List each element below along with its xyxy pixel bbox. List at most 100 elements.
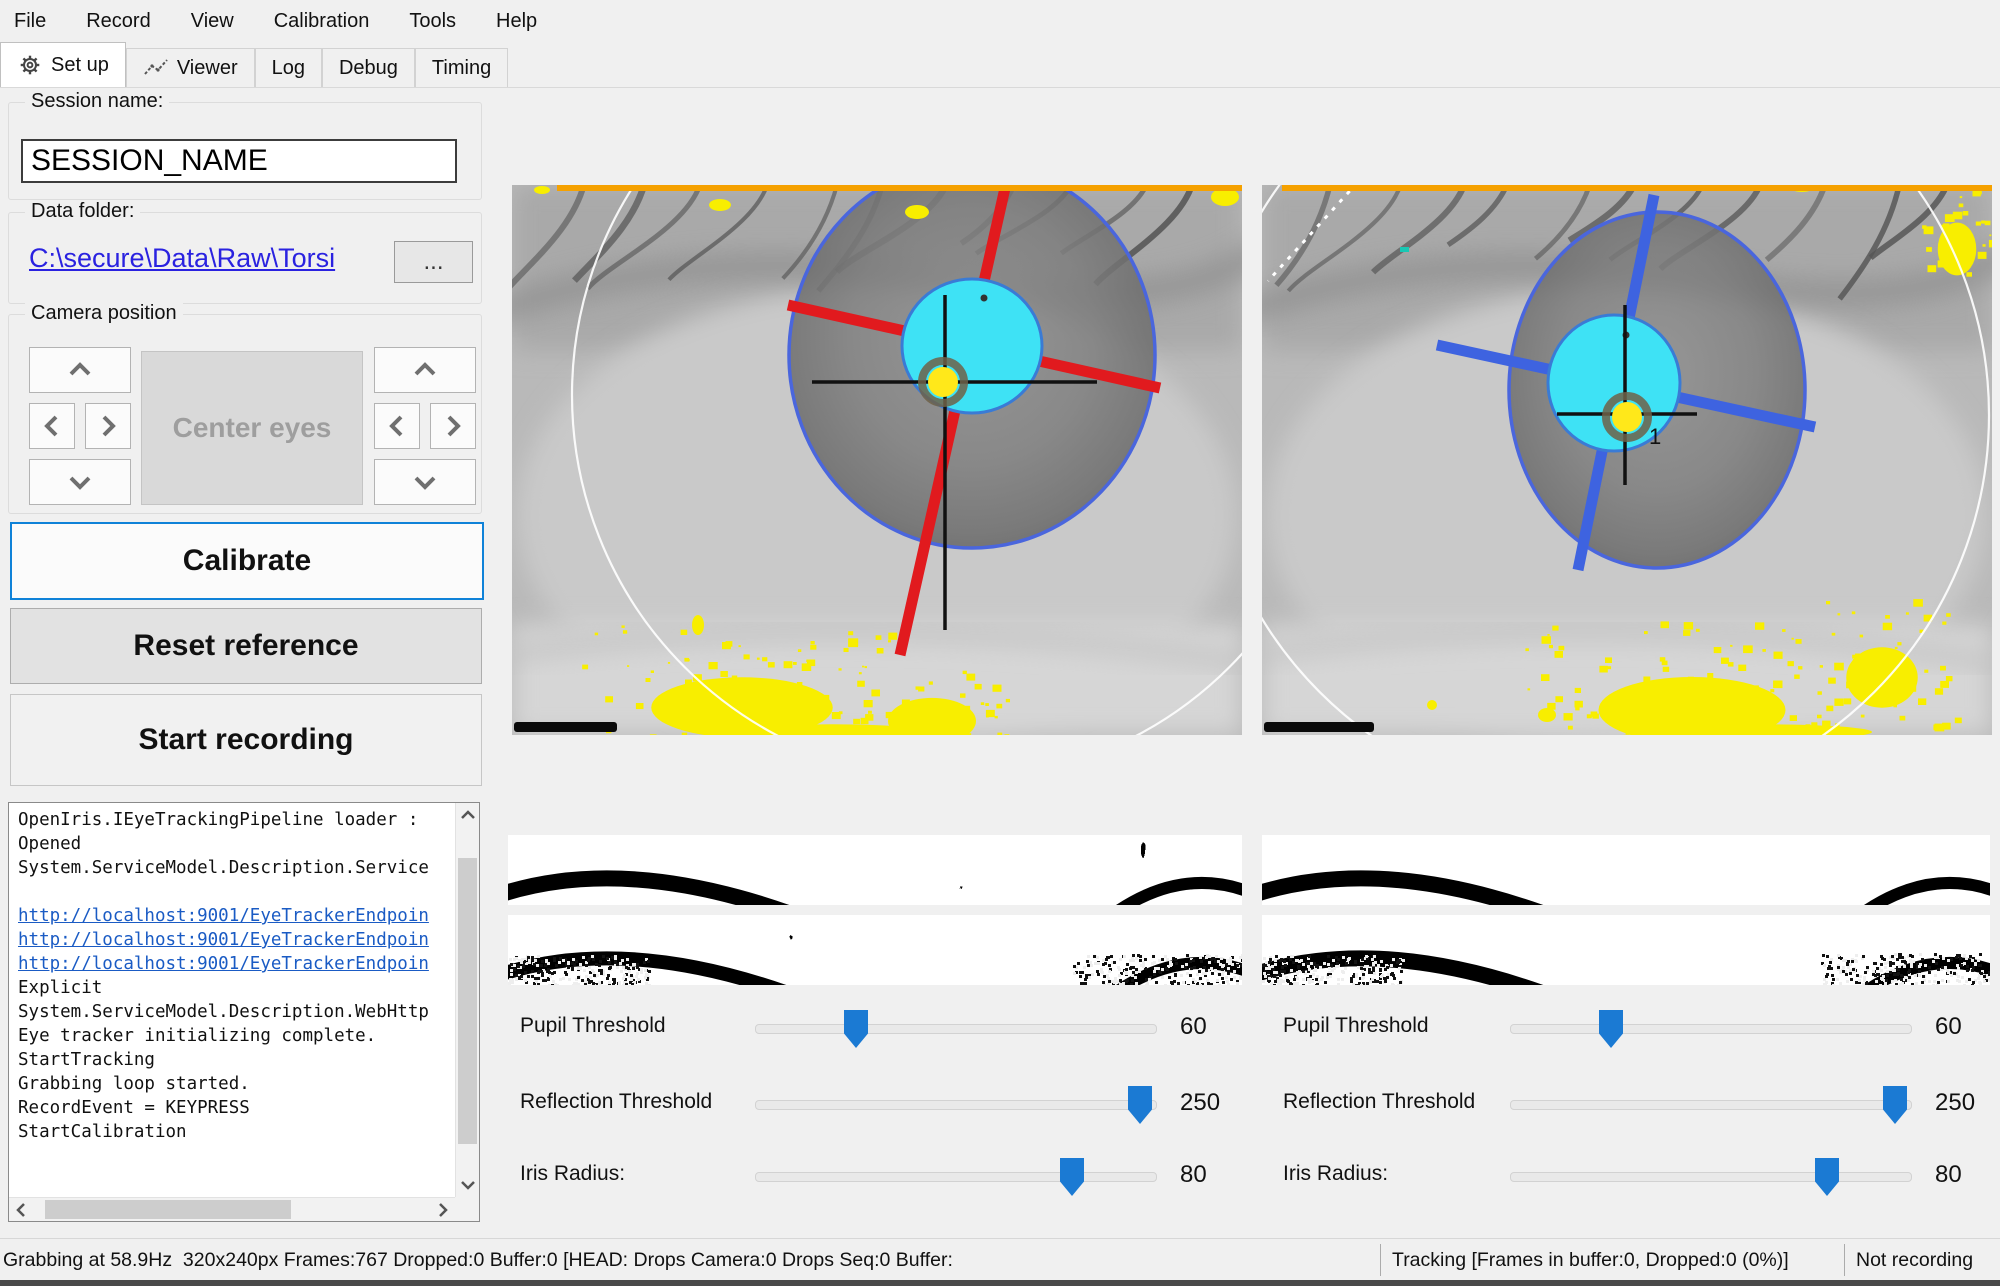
scroll-up-icon[interactable] bbox=[456, 803, 480, 827]
slider-thumb-left-2[interactable] bbox=[1060, 1158, 1084, 1196]
left-camera-left-button[interactable] bbox=[29, 403, 75, 449]
slider-thumb-left-0[interactable] bbox=[844, 1010, 868, 1048]
slider-thumb-left-1[interactable] bbox=[1128, 1086, 1152, 1124]
chevron-right-icon bbox=[98, 412, 118, 440]
left-eye-camera-image bbox=[512, 185, 1242, 735]
right-eye-camera-image: 1 bbox=[1262, 185, 1992, 735]
camera-position-label: Camera position bbox=[25, 302, 183, 325]
browse-button[interactable]: ... bbox=[394, 241, 473, 283]
menu-item-file[interactable]: File bbox=[0, 0, 66, 42]
left-camera-right-button[interactable] bbox=[85, 403, 131, 449]
status-bar: Grabbing at 58.9Hz 320x240px Frames:767 … bbox=[0, 1238, 2000, 1281]
slider-label-right-2: Iris Radius: bbox=[1283, 1162, 1388, 1186]
status-recording: Not recording bbox=[1856, 1239, 1973, 1281]
chevron-right-icon bbox=[443, 412, 463, 440]
log-link[interactable]: http://localhost:9001/EyeTrackerEndpoin bbox=[18, 928, 455, 952]
slider-label-left-1: Reflection Threshold bbox=[520, 1090, 712, 1114]
status-grabbing: Grabbing at 58.9Hz 320x240px Frames:767 … bbox=[3, 1239, 953, 1281]
tab-debug[interactable]: Debug bbox=[322, 48, 415, 87]
menu-item-view[interactable]: View bbox=[171, 0, 254, 42]
log-line: Explicit bbox=[18, 976, 455, 1000]
session-label: Session name: bbox=[25, 90, 169, 113]
left-iris-texture-strip-2 bbox=[508, 915, 1242, 985]
slider-track-left-2[interactable] bbox=[755, 1172, 1157, 1182]
log-output[interactable]: OpenIris.IEyeTrackingPipeline loader :Op… bbox=[8, 802, 480, 1222]
status-tracking: Tracking [Frames in buffer:0, Dropped:0 … bbox=[1392, 1239, 1789, 1281]
slider-label-left-0: Pupil Threshold bbox=[520, 1014, 666, 1038]
log-line: System.ServiceModel.Description.Service bbox=[18, 856, 455, 880]
camera-position-groupbox: Camera position Center eyes bbox=[8, 314, 482, 514]
tab-set-up[interactable]: Set up bbox=[0, 42, 126, 87]
session-name-input[interactable] bbox=[21, 139, 457, 183]
tab-label: Log bbox=[272, 57, 305, 80]
slider-track-left-1[interactable] bbox=[755, 1100, 1157, 1110]
log-line: Opened bbox=[18, 832, 455, 856]
menu-item-tools[interactable]: Tools bbox=[389, 0, 476, 42]
slider-value-right-2: 80 bbox=[1935, 1161, 1962, 1189]
log-link[interactable]: http://localhost:9001/EyeTrackerEndpoin bbox=[18, 904, 455, 928]
slider-thumb-right-0[interactable] bbox=[1599, 1010, 1623, 1048]
scroll-down-icon[interactable] bbox=[456, 1173, 480, 1197]
menu-item-help[interactable]: Help bbox=[476, 0, 557, 42]
session-groupbox: Session name: bbox=[8, 102, 482, 200]
start-recording-button[interactable]: Start recording bbox=[10, 694, 482, 786]
slider-track-right-0[interactable] bbox=[1510, 1024, 1912, 1034]
scroll-right-icon[interactable] bbox=[431, 1198, 455, 1222]
slider-value-left-1: 250 bbox=[1180, 1089, 1220, 1117]
menu-item-calibration[interactable]: Calibration bbox=[254, 0, 390, 42]
svg-text:1: 1 bbox=[1649, 424, 1661, 449]
status-divider bbox=[1380, 1244, 1381, 1276]
tab-label: Debug bbox=[339, 57, 398, 80]
chevron-up-icon bbox=[411, 360, 439, 380]
center-eyes-button[interactable]: Center eyes bbox=[141, 351, 363, 505]
chevron-left-icon bbox=[387, 412, 407, 440]
log-line bbox=[18, 880, 455, 904]
log-line: System.ServiceModel.Description.WebHttp bbox=[18, 1000, 455, 1024]
tab-viewer[interactable]: Viewer bbox=[126, 48, 255, 87]
log-line: Grabbing loop started. bbox=[18, 1072, 455, 1096]
vertical-scroll-thumb[interactable] bbox=[458, 858, 477, 1144]
slider-thumb-right-2[interactable] bbox=[1815, 1158, 1839, 1196]
log-line: StartTracking bbox=[18, 1048, 455, 1072]
slider-value-left-0: 60 bbox=[1180, 1013, 1207, 1041]
left-iris-texture-strip-1 bbox=[508, 835, 1242, 905]
slider-value-right-1: 250 bbox=[1935, 1089, 1975, 1117]
chart-icon bbox=[143, 57, 169, 79]
slider-track-right-2[interactable] bbox=[1510, 1172, 1912, 1182]
chevron-left-icon bbox=[42, 412, 62, 440]
slider-label-right-0: Pupil Threshold bbox=[1283, 1014, 1429, 1038]
left-camera-up-button[interactable] bbox=[29, 347, 131, 393]
horizontal-scroll-thumb[interactable] bbox=[45, 1200, 291, 1219]
log-vertical-scrollbar[interactable] bbox=[455, 803, 479, 1197]
tab-log[interactable]: Log bbox=[255, 48, 322, 87]
chevron-down-icon bbox=[66, 472, 94, 492]
log-text: OpenIris.IEyeTrackingPipeline loader :Op… bbox=[9, 803, 455, 1197]
scroll-left-icon[interactable] bbox=[9, 1198, 33, 1222]
slider-track-right-1[interactable] bbox=[1510, 1100, 1912, 1110]
slider-thumb-right-1[interactable] bbox=[1883, 1086, 1907, 1124]
log-link[interactable]: http://localhost:9001/EyeTrackerEndpoin bbox=[18, 952, 455, 976]
reset-reference-button[interactable]: Reset reference bbox=[10, 608, 482, 684]
left-camera-down-button[interactable] bbox=[29, 459, 131, 505]
slider-value-right-0: 60 bbox=[1935, 1013, 1962, 1041]
bottom-edge bbox=[0, 1280, 2000, 1286]
log-line: RecordEvent = KEYPRESS bbox=[18, 1096, 455, 1120]
slider-label-right-1: Reflection Threshold bbox=[1283, 1090, 1475, 1114]
tab-label: Set up bbox=[51, 54, 109, 77]
log-line: OpenIris.IEyeTrackingPipeline loader : bbox=[18, 808, 455, 832]
right-camera-right-button[interactable] bbox=[430, 403, 476, 449]
scroll-corner bbox=[455, 1197, 479, 1221]
slider-track-left-0[interactable] bbox=[755, 1024, 1157, 1034]
right-camera-left-button[interactable] bbox=[374, 403, 420, 449]
menu-item-record[interactable]: Record bbox=[66, 0, 170, 42]
right-camera-up-button[interactable] bbox=[374, 347, 476, 393]
right-camera-down-button[interactable] bbox=[374, 459, 476, 505]
menu-bar: FileRecordViewCalibrationToolsHelp bbox=[0, 0, 2000, 42]
log-horizontal-scrollbar[interactable] bbox=[9, 1197, 455, 1221]
data-folder-link[interactable]: C:\secure\Data\Raw\Torsi bbox=[29, 243, 335, 274]
tab-timing[interactable]: Timing bbox=[415, 48, 508, 87]
gear-icon bbox=[17, 54, 43, 76]
right-iris-texture-strip-2 bbox=[1262, 915, 1990, 985]
calibrate-button[interactable]: Calibrate bbox=[10, 522, 484, 600]
tab-label: Timing bbox=[432, 57, 491, 80]
